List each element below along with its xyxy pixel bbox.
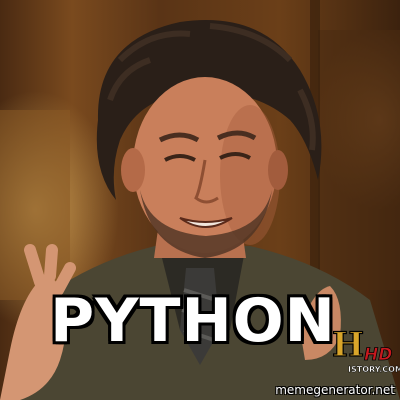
ear-left [121,148,145,192]
ear-right [268,150,288,190]
logo-letter: H [332,325,364,365]
logo-hd: HD [364,345,392,365]
meme-image: PYTHON H HD ISTORY.COM memegenerator.net [0,0,400,400]
history-hd-logo: H HD ISTORY.COM [331,324,400,374]
logo-wordmark: ISTORY.COM [348,365,400,374]
wall-panel-right [318,30,400,290]
watermark: memegenerator.net [275,383,395,397]
